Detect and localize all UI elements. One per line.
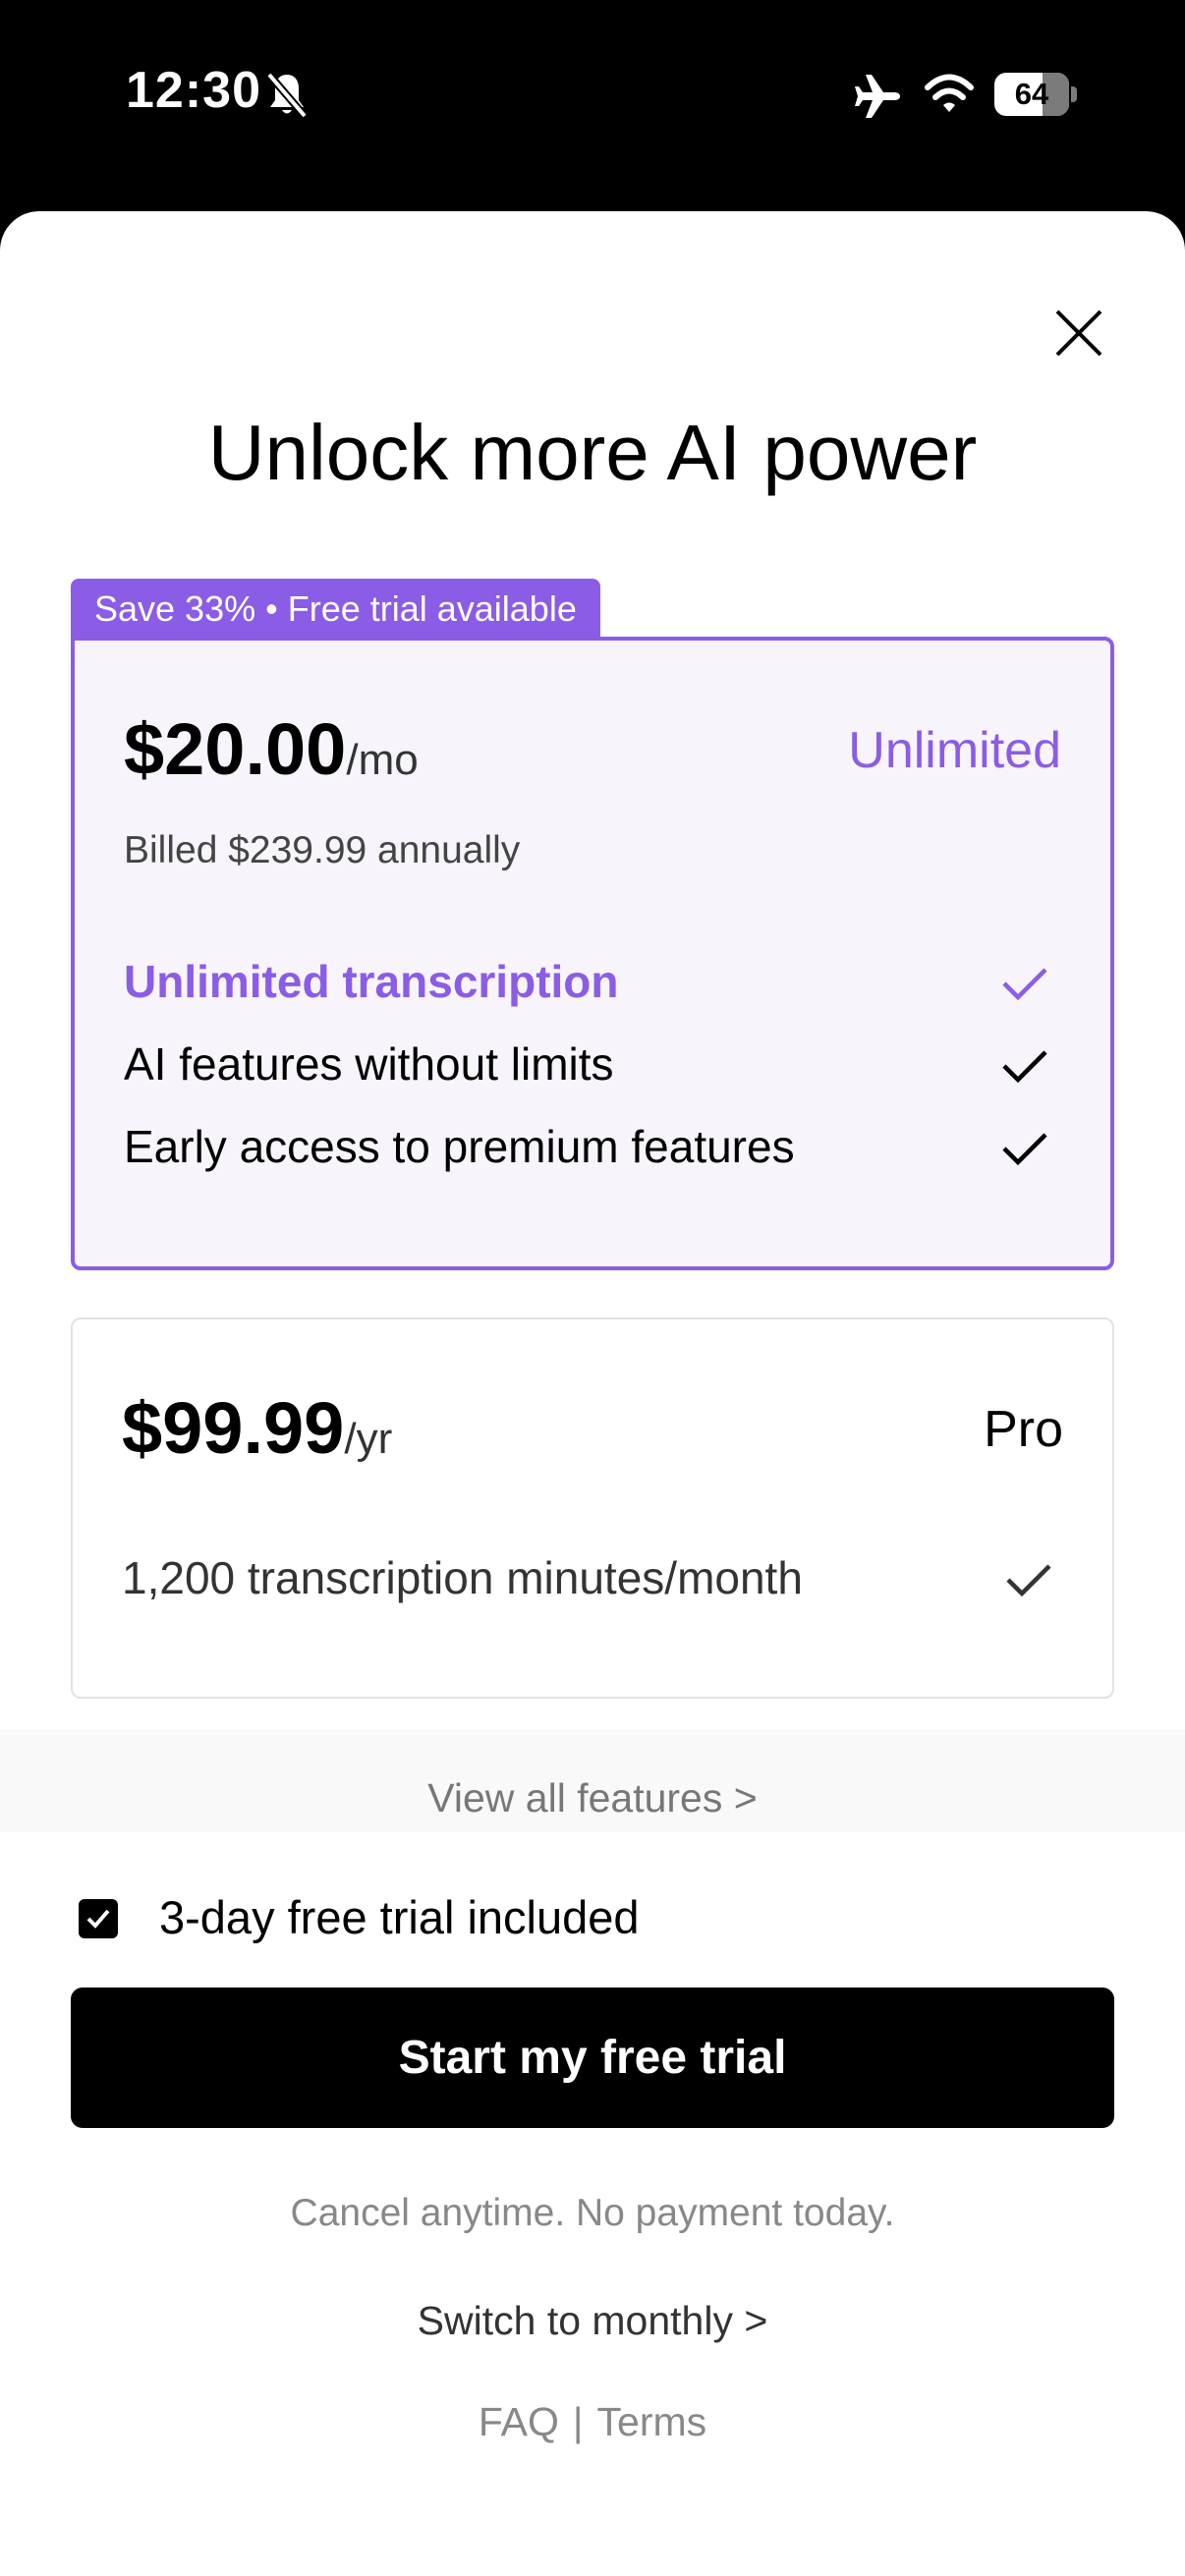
footer-separator: | — [572, 2399, 584, 2444]
battery-tip — [1071, 86, 1077, 102]
page-title: Unlock more AI power — [207, 409, 978, 496]
airplane-icon — [855, 75, 900, 118]
fine-print: Cancel anytime. No payment today. — [290, 2192, 895, 2234]
checkbox-check-icon — [86, 1909, 110, 1929]
plan-name: Unlimited — [848, 722, 1061, 779]
price-period: /mo — [346, 736, 419, 784]
status-bar: 12:30 64 — [0, 0, 1185, 211]
close-icon[interactable] — [1051, 306, 1106, 361]
feature-item: AI features without limits — [124, 1038, 614, 1090]
plan-card-unlimited[interactable]: $20.00/mo Unlimited Billed $239.99 annua… — [71, 637, 1114, 1270]
battery-icon: 64 — [994, 73, 1077, 116]
trial-checkbox[interactable] — [79, 1899, 118, 1938]
plan-price: $20.00/mo — [124, 707, 419, 791]
check-icon — [1002, 968, 1047, 1001]
terms-link[interactable]: Terms — [597, 2399, 707, 2445]
price-period: /yr — [344, 1415, 393, 1463]
wifi-icon — [925, 74, 974, 112]
switch-to-monthly-link[interactable]: Switch to monthly > — [0, 2298, 1185, 2344]
savings-badge: Save 33% • Free trial available — [71, 579, 600, 640]
battery-percent: 64 — [1014, 77, 1049, 111]
feature-item: 1,200 transcription minutes/month — [122, 1552, 803, 1603]
check-icon — [1006, 1564, 1051, 1597]
plan-price: $99.99/yr — [122, 1386, 392, 1470]
plan-card-pro[interactable]: $99.99/yr Pro 1,200 transcription minute… — [71, 1317, 1114, 1699]
check-icon — [1002, 1050, 1047, 1084]
bell-slash-icon — [265, 72, 309, 119]
start-trial-button[interactable]: Start my free trial — [71, 1988, 1114, 2128]
footer-links: FAQ | Terms — [0, 2399, 1185, 2445]
price-amount: $20.00 — [124, 708, 347, 790]
status-time: 12:30 — [126, 62, 261, 119]
feature-item: Early access to premium features — [124, 1121, 795, 1172]
view-all-features-link[interactable]: View all features > — [0, 1775, 1185, 1821]
billing-note: Billed $239.99 annually — [124, 829, 521, 871]
plan-name: Pro — [984, 1401, 1063, 1458]
feature-item: Unlimited transcription — [124, 956, 619, 1007]
faq-link[interactable]: FAQ — [479, 2399, 559, 2445]
trial-label: 3-day free trial included — [159, 1891, 640, 1943]
paywall-sheet: Unlock more AI power Save 33% • Free tri… — [0, 211, 1185, 2576]
price-amount: $99.99 — [122, 1387, 345, 1469]
check-icon — [1002, 1133, 1047, 1166]
